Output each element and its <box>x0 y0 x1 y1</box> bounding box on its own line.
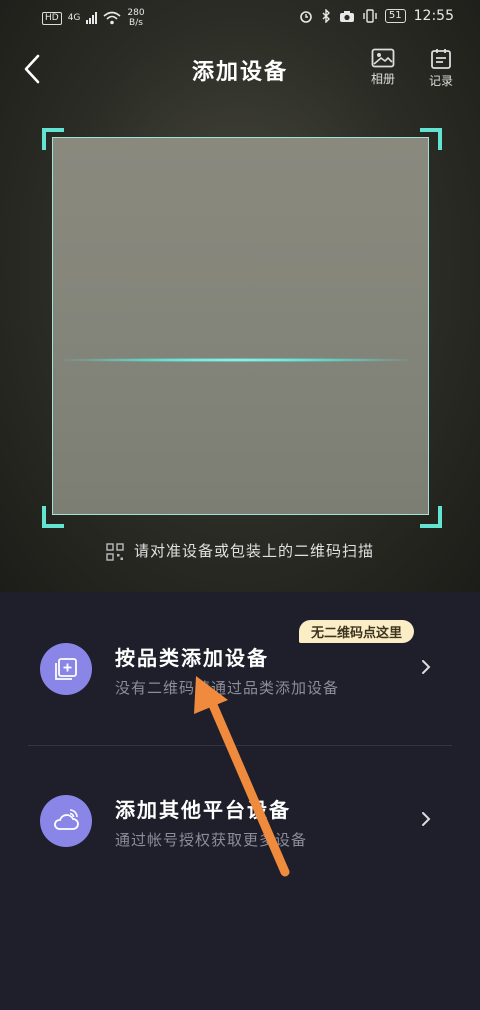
wifi-icon <box>103 11 121 25</box>
vibrate-icon <box>363 9 377 23</box>
alarm-icon <box>300 11 312 23</box>
scan-corner <box>420 506 442 528</box>
scan-corner <box>42 506 64 528</box>
camera-status-icon <box>339 10 354 22</box>
battery-indicator: 51 <box>384 9 406 23</box>
chevron-right-icon <box>422 812 431 826</box>
page-title: 添加设备 <box>191 60 288 85</box>
calendar-list-icon <box>431 49 451 69</box>
clock: 12:55 <box>413 8 454 24</box>
item-title: 按品类添加设备 <box>115 646 269 670</box>
record-button[interactable]: 记录 <box>419 48 463 89</box>
scan-hint-text: 请对准设备或包装上的二维码扫描 <box>133 542 374 560</box>
status-bar: HD 4G 280 B/s 51 12:55 <box>0 0 480 34</box>
annotation-arrow <box>194 676 290 877</box>
net-speed: 280 B/s <box>127 8 145 28</box>
scan-corner <box>42 128 64 150</box>
album-button[interactable]: 相册 <box>361 48 405 87</box>
add-square-icon <box>40 643 92 695</box>
bluetooth-icon <box>322 9 330 23</box>
scan-corner <box>420 128 442 150</box>
qr-code-icon <box>106 542 124 561</box>
cloud-icon <box>40 795 92 847</box>
hd-indicator: HD <box>42 11 62 25</box>
album-label: 相册 <box>370 72 395 86</box>
scan-hint: 请对准设备或包装上的二维码扫描 <box>0 540 480 561</box>
record-label: 记录 <box>428 74 453 88</box>
app-header: 添加设备 相册 记录 <box>0 40 480 104</box>
image-icon <box>371 48 395 68</box>
signal-icon <box>86 12 98 24</box>
network-type: 4G <box>67 13 81 23</box>
no-qr-badge[interactable]: 无二维码点这里 <box>299 620 415 643</box>
chevron-right-icon <box>422 660 431 674</box>
scan-frame <box>52 137 429 515</box>
scan-line <box>62 358 410 362</box>
